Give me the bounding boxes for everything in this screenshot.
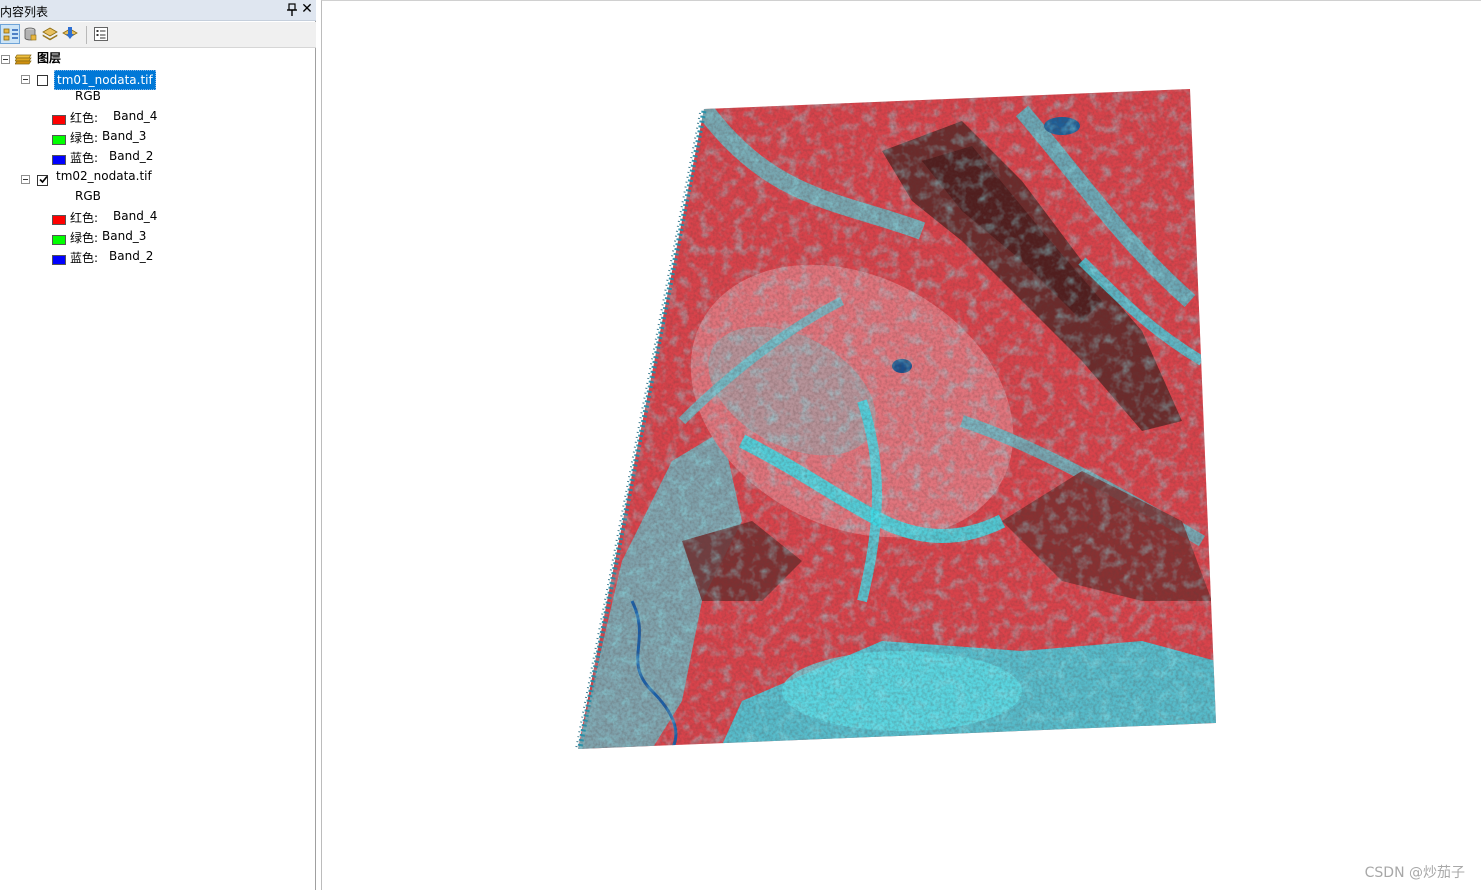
layer-2-visibility-checkbox[interactable]	[37, 175, 48, 186]
layer-2-blue-channel: 蓝色:	[70, 251, 99, 265]
layer-2-red-band: Band_4	[113, 209, 158, 223]
raster-image-tm02[interactable]	[322, 1, 1480, 889]
layer-1-red-channel: 红色:	[70, 111, 99, 125]
layer-1-red-swatch[interactable]	[52, 115, 66, 125]
layer-1-green-band: Band_3	[102, 129, 147, 143]
layer-2-green-band: Band_3	[102, 229, 147, 243]
layer-tree: 图层 tm01_nodata.tif RGB 红色: Band_4 绿色: Ba…	[0, 48, 315, 890]
panel-title-bar[interactable]: 内容列表 ✕	[0, 0, 316, 21]
list-by-selection-icon[interactable]	[60, 24, 80, 44]
layers-icon	[14, 51, 33, 66]
layer-1-blue-band: Band_2	[109, 149, 154, 163]
layer-1-renderer: RGB	[75, 89, 101, 103]
layer-1-visibility-checkbox[interactable]	[37, 75, 48, 86]
list-by-visibility-icon[interactable]	[40, 24, 60, 44]
layer-2-blue-band: Band_2	[109, 249, 154, 263]
layer-1-red-band: Band_4	[113, 109, 158, 123]
options-icon[interactable]	[91, 24, 111, 44]
raster-scene	[578, 89, 1216, 749]
layers-root-label[interactable]: 图层	[37, 49, 61, 66]
collapse-layers-button[interactable]	[1, 55, 10, 64]
layer-2-red-swatch[interactable]	[52, 215, 66, 225]
layer-2-green-swatch[interactable]	[52, 235, 66, 245]
table-of-contents-panel: 内容列表 ✕ 图层 tm01_nodata.tif RGB 红色: Band_4…	[0, 0, 316, 890]
watermark: CSDN @炒茄子	[1364, 865, 1465, 881]
layer-2-blue-swatch[interactable]	[52, 255, 66, 265]
layer-1-green-swatch[interactable]	[52, 135, 66, 145]
layer-1-green-channel: 绿色:	[70, 131, 99, 145]
layer-2-expander[interactable]	[21, 175, 30, 184]
map-view[interactable]: CSDN @炒茄子	[321, 0, 1481, 890]
list-by-drawing-order-icon[interactable]	[0, 24, 20, 44]
layer-2-renderer: RGB	[75, 189, 101, 203]
list-by-source-icon[interactable]	[20, 24, 40, 44]
layer-1-name[interactable]: tm01_nodata.tif	[54, 70, 156, 90]
layer-1-blue-channel: 蓝色:	[70, 151, 99, 165]
layer-1-expander[interactable]	[21, 75, 30, 84]
toc-toolbar	[0, 22, 316, 48]
pin-icon[interactable]	[285, 2, 299, 18]
panel-title: 内容列表	[0, 5, 49, 19]
layer-2-red-channel: 红色:	[70, 211, 99, 225]
layer-2-green-channel: 绿色:	[70, 231, 99, 245]
close-icon[interactable]: ✕	[300, 1, 314, 18]
layer-1-blue-swatch[interactable]	[52, 155, 66, 165]
layer-2-name[interactable]: tm02_nodata.tif	[56, 169, 152, 183]
toolbar-separator	[86, 26, 87, 44]
